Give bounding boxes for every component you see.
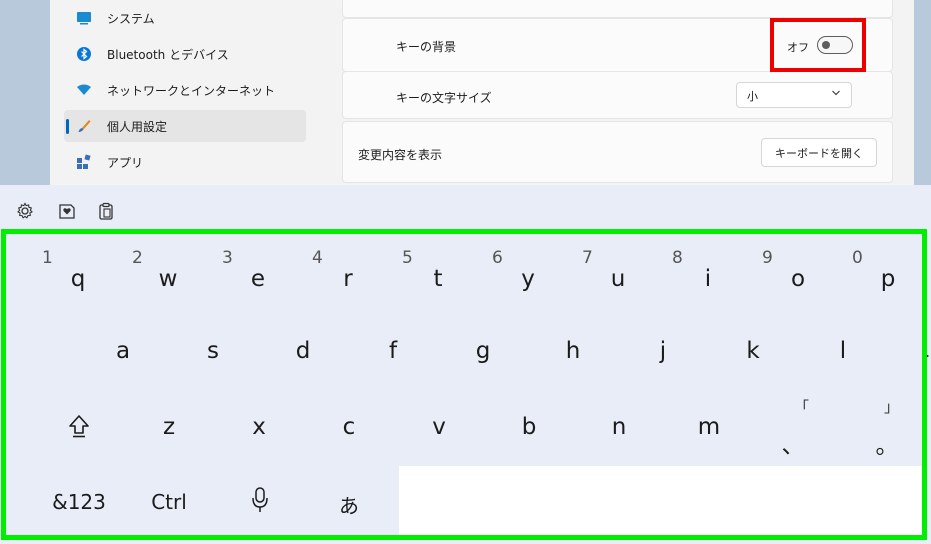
sidebar-item-bluetooth[interactable]: Bluetooth とデバイス [64,38,306,70]
wifi-icon [76,82,92,98]
highlight-box-green [1,229,927,540]
key-text-size-row: キーの文字サイズ 小 [342,71,893,119]
gear-icon[interactable] [15,201,35,221]
sidebar-item-network[interactable]: ネットワークとインターネット [64,74,306,106]
sidebar-item-label: アプリ [107,155,144,170]
sidebar-item-label: Bluetooth とデバイス [107,47,229,62]
desktop-background-left [0,0,50,185]
sidebar-item-label: システム [107,11,155,26]
key-text-size-label: キーの文字サイズ [396,91,492,105]
bluetooth-icon [76,46,92,62]
preview-row: 変更内容を表示 キーボードを開く [342,121,893,183]
clipboard-icon[interactable] [96,201,116,221]
sidebar-item-system[interactable]: システム [64,2,306,34]
brush-icon [76,118,92,134]
open-keyboard-button[interactable]: キーボードを開く [761,138,877,167]
sidebar-item-personalization[interactable]: 個人用設定 [64,110,306,142]
highlight-box-red [770,18,866,72]
desktop-background-right [914,0,931,185]
active-indicator [66,119,69,134]
settings-card-top [342,0,893,18]
key-text-size-select[interactable]: 小 [736,82,852,108]
preview-label: 変更内容を表示 [358,148,443,162]
sidebar-item-label: 個人用設定 [107,119,168,134]
key-background-label: キーの背景 [396,40,457,54]
monitor-icon [76,10,92,26]
sidebar-item-apps[interactable]: アプリ [64,146,306,178]
select-value: 小 [747,90,758,103]
apps-icon [76,154,92,170]
sidebar-item-label: ネットワークとインターネット [107,83,276,98]
chevron-down-icon [831,86,841,103]
sticker-heart-icon[interactable] [57,201,77,221]
